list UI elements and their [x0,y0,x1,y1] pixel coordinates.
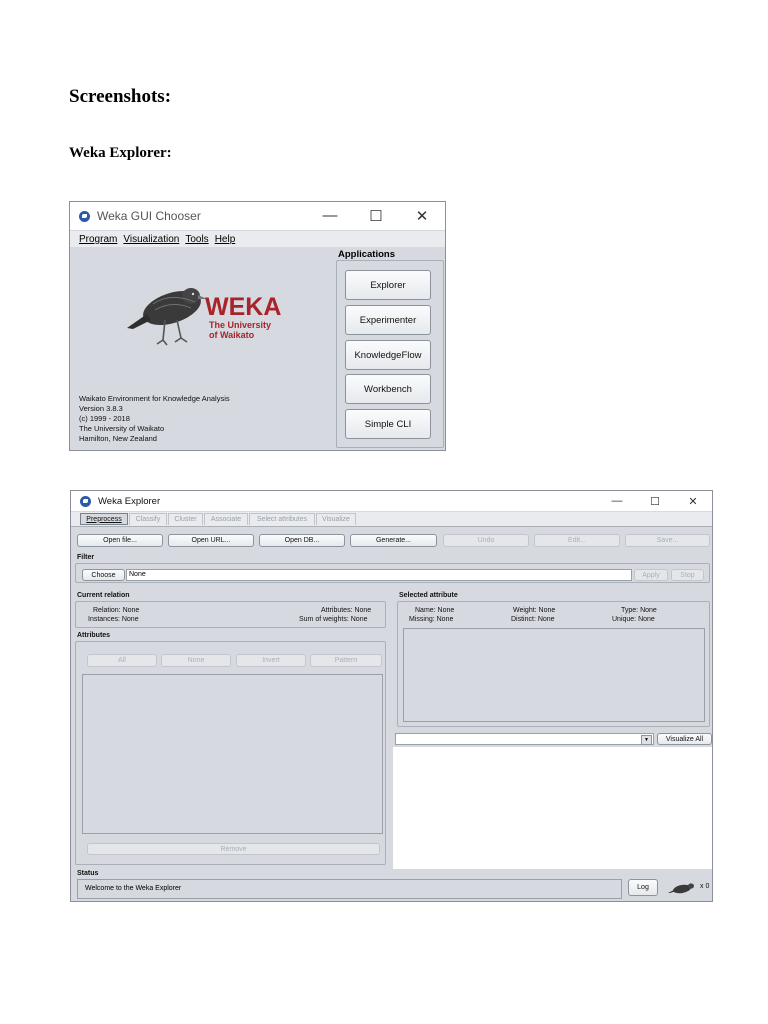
weka-bird-status-icon [668,883,694,894]
weka-app-icon [80,495,91,507]
maximize-icon[interactable]: ☐ [353,207,399,225]
current-relation-panel [75,601,386,628]
attributes-count: Attributes: None [321,607,372,614]
attribute-stats-table[interactable] [403,628,705,722]
menu-help[interactable]: Help [215,234,236,245]
attr-unique: Unique: None [612,616,655,623]
tab-classify[interactable]: Classify [129,513,167,525]
filter-label: Filter [77,554,95,561]
open-db-button[interactable]: Open DB... [259,534,345,547]
explorer-title: Weka Explorer [98,495,161,507]
info-line: (c) 1999 - 2018 [79,414,130,423]
apply-button[interactable]: Apply [634,569,668,581]
doc-subheading: Weka Explorer: [69,145,172,161]
filter-field[interactable]: None [126,569,632,581]
menu-visualization[interactable]: Visualization [123,234,179,245]
visualization-area [393,747,712,869]
relation-value: Relation: None [93,607,140,614]
status-label: Status [77,870,99,877]
info-line: Version 3.8.3 [79,404,123,413]
visualize-all-button[interactable]: Visualize All [657,733,712,745]
selected-attribute-label: Selected attribute [399,592,458,599]
open-file-button[interactable]: Open file... [77,534,163,547]
stop-button[interactable]: Stop [671,569,704,581]
minimize-icon[interactable]: — [598,495,636,508]
chooser-titlebar[interactable]: Weka GUI Chooser — ☐ ✕ [70,202,445,230]
workbench-button[interactable]: Workbench [345,374,431,404]
menu-program[interactable]: Program [79,234,117,245]
applications-label: Applications [338,249,396,260]
current-relation-label: Current relation [77,592,130,599]
knowledgeflow-button[interactable]: KnowledgeFlow [345,340,431,370]
tab-visualize[interactable]: Visualize [316,513,356,525]
attr-type: Type: None [621,607,657,614]
doc-heading: Screenshots: [69,86,172,107]
tab-select-attributes[interactable]: Select attributes [249,513,315,525]
generate-button[interactable]: Generate... [350,534,437,547]
menu-tools[interactable]: Tools [185,234,208,245]
log-button[interactable]: Log [628,879,658,896]
save-button[interactable]: Save... [625,534,710,547]
weka-wordmark: WEKA [205,293,282,321]
tab-associate[interactable]: Associate [204,513,248,525]
explorer-button[interactable]: Explorer [345,270,431,300]
tab-preprocess[interactable]: Preprocess [80,513,128,525]
chooser-menubar: Program Visualization Tools Help [70,231,445,247]
gui-chooser-window: Weka GUI Chooser — ☐ ✕ Program Visualiza… [69,201,446,451]
chevron-down-icon[interactable]: ▼ [641,735,652,745]
weka-app-icon [79,210,90,222]
close-icon[interactable]: ✕ [674,495,712,508]
attributes-list[interactable] [82,674,383,834]
remove-button[interactable]: Remove [87,843,380,855]
simple-cli-button[interactable]: Simple CLI [345,409,431,439]
open-url-button[interactable]: Open URL... [168,534,254,547]
attributes-label: Attributes [77,632,111,639]
explorer-titlebar[interactable]: Weka Explorer — ☐ ✕ [71,491,712,511]
weka-university-line1: The University [209,320,272,330]
minimize-icon[interactable]: — [307,207,353,225]
chooser-title: Weka GUI Chooser [97,209,201,223]
all-button[interactable]: All [87,654,157,667]
instances-value: Instances: None [88,616,139,623]
info-line: Hamilton, New Zealand [79,434,157,443]
class-attribute-dropdown[interactable]: ▼ [395,733,654,745]
invert-button[interactable]: Invert [236,654,306,667]
sum-weights-value: Sum of weights: None [299,616,368,623]
edit-button[interactable]: Edit... [534,534,620,547]
weka-university-line2: of Waikato [209,330,255,340]
maximize-icon[interactable]: ☐ [636,495,674,508]
attr-distinct: Distinct: None [511,616,555,623]
explorer-tabbar: Preprocess Classify Cluster Associate Se… [71,512,712,527]
weka-explorer-window: Weka Explorer — ☐ ✕ Preprocess Classify … [70,490,713,902]
attr-name: Name: None [415,607,455,614]
pattern-button[interactable]: Pattern [310,654,382,667]
status-message: Welcome to the Weka Explorer [77,879,622,899]
tab-cluster[interactable]: Cluster [168,513,203,525]
choose-button[interactable]: Choose [82,569,125,581]
none-button[interactable]: None [161,654,231,667]
attr-missing: Missing: None [409,616,454,623]
undo-button[interactable]: Undo [443,534,529,547]
info-line: Waikato Environment for Knowledge Analys… [79,394,230,403]
attr-weight: Weight: None [513,607,556,614]
task-count: x 0 [700,883,710,890]
experimenter-button[interactable]: Experimenter [345,305,431,335]
applications-panel: Explorer Experimenter KnowledgeFlow Work… [336,260,444,448]
close-icon[interactable]: ✕ [399,207,445,225]
info-line: The University of Waikato [79,424,165,433]
